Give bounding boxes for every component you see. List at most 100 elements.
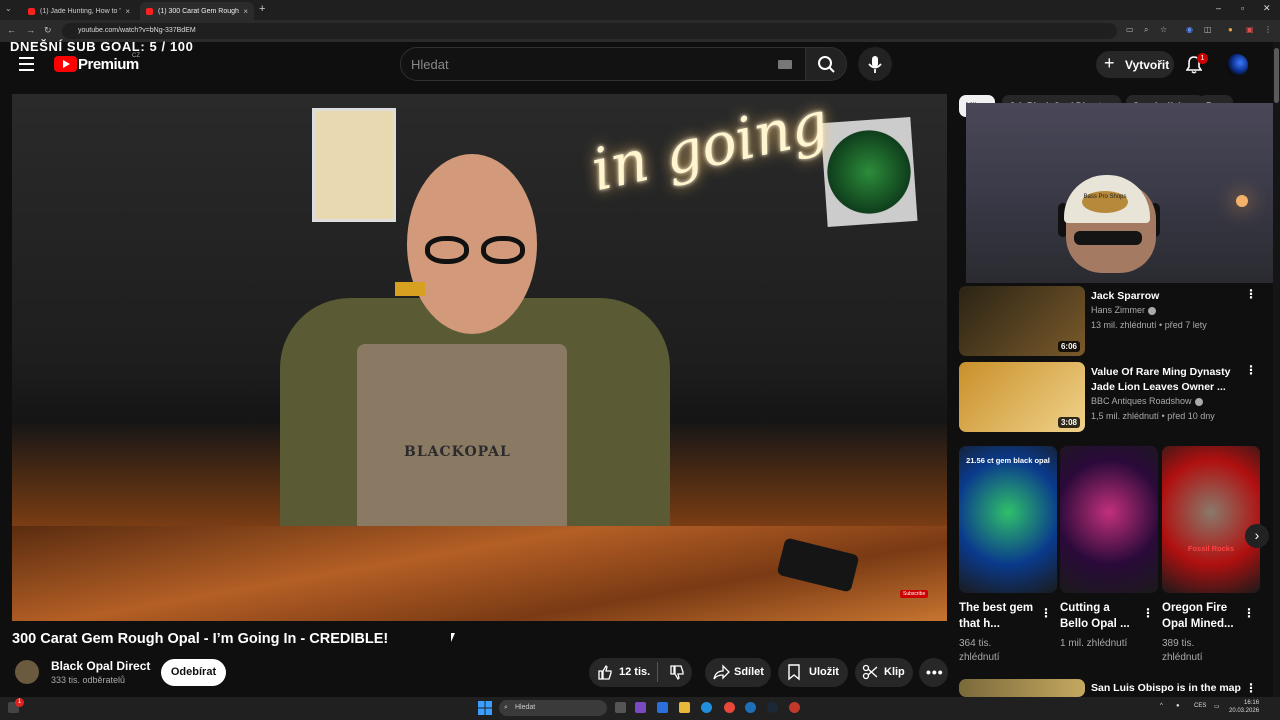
related-title[interactable]: San Luis Obispo is in the map	[1091, 681, 1251, 696]
related-channel[interactable]: BBC Antiques Roadshow	[1091, 396, 1203, 406]
related-title[interactable]: Jack Sparrow	[1091, 289, 1241, 304]
taskbar-search-input[interactable]: ⌕ Hledat	[499, 700, 607, 716]
chrome-icon[interactable]	[724, 702, 735, 713]
more-options-icon[interactable]: ⋮	[1245, 364, 1257, 376]
tray-app-icon[interactable]: ●	[1176, 703, 1180, 709]
browser-menu-icon[interactable]: ⋮	[1264, 25, 1272, 34]
short-views: 389 tis. zhlédnutí	[1162, 638, 1203, 663]
account-avatar[interactable]	[1226, 54, 1248, 76]
search-placeholder: Hledat	[411, 57, 449, 72]
streamer-webcam-overlay: Bass Pro Shops	[966, 103, 1280, 283]
file-explorer-icon[interactable]	[679, 702, 690, 713]
tab-search-icon[interactable]: ⌄	[5, 4, 12, 13]
shorts-next-chevron-icon[interactable]: ›	[1245, 524, 1269, 548]
like-dislike-group: 12 tis.	[589, 658, 692, 687]
voice-search-button[interactable]	[858, 47, 892, 81]
related-thumbnail[interactable]: 6:06	[959, 286, 1085, 356]
browser-tab-opal[interactable]: (1) 300 Carat Gem Rough Opal ×	[140, 2, 254, 20]
related-video-item[interactable]: San Luis Obispo is in the map ⋮	[959, 679, 1269, 697]
search-button[interactable]	[805, 47, 847, 81]
related-thumbnail[interactable]: 3:08	[959, 362, 1085, 432]
clip-button[interactable]: Klip	[855, 658, 913, 687]
page-scrollbar[interactable]	[1273, 42, 1280, 697]
url-field[interactable]: youtube.com/watch?v=bNg-337BdEM	[62, 23, 1117, 39]
scrollbar-thumb[interactable]	[1274, 48, 1279, 103]
back-icon[interactable]: ←	[7, 25, 16, 35]
like-count[interactable]: 12 tis.	[619, 666, 650, 678]
keyboard-icon[interactable]	[778, 60, 792, 69]
profile-icon[interactable]: ●	[1228, 25, 1233, 34]
background-lamp	[1236, 195, 1248, 207]
tray-chevron-icon[interactable]: ^	[1160, 703, 1163, 709]
new-tab-button[interactable]: +	[259, 3, 265, 15]
language-indicator[interactable]: CES	[1194, 703, 1206, 709]
minimize-icon[interactable]: –	[1216, 3, 1221, 13]
bookmark-star-icon[interactable]: ☆	[1160, 25, 1167, 34]
channel-name[interactable]: Black Opal Direct	[51, 659, 150, 673]
subscribe-button[interactable]: Odebírat	[161, 659, 226, 686]
like-thumb-icon[interactable]	[597, 664, 613, 680]
youtube-premium-wordmark[interactable]: Premium	[78, 56, 139, 73]
extension-icon[interactable]: ▣	[1246, 25, 1254, 34]
short-thumbnail[interactable]	[1060, 446, 1158, 593]
tab-title: (1) 300 Carat Gem Rough Opal	[158, 7, 239, 15]
short-overlay-text: Fossil Rocks	[1187, 544, 1235, 553]
short-title[interactable]: Oregon Fire Opal Mined...	[1162, 600, 1242, 632]
more-options-icon[interactable]: ⋮	[1243, 607, 1255, 619]
reload-icon[interactable]: ↻	[44, 25, 52, 36]
channel-avatar[interactable]	[15, 660, 39, 684]
related-meta: 1,5 mil. zhlédnutí • před 10 dny	[1091, 411, 1215, 421]
duration-badge: 6:06	[1057, 341, 1080, 352]
network-icon[interactable]: ▭	[1214, 703, 1220, 710]
browser-tab-jade[interactable]: (1) Jade Hunting, How to "Ident ×	[22, 2, 136, 20]
related-channel[interactable]: Hans Zimmer	[1091, 305, 1157, 315]
extensions-puzzle-icon[interactable]: ◫	[1204, 25, 1212, 34]
maximize-icon[interactable]: ▫	[1241, 3, 1244, 13]
search-input[interactable]: Hledat	[400, 47, 806, 81]
related-thumbnail[interactable]	[959, 679, 1085, 697]
more-options-icon[interactable]: ⋮	[1040, 607, 1052, 619]
dislike-thumb-icon[interactable]	[669, 665, 685, 681]
subscribe-watermark[interactable]: Subscribe	[900, 590, 929, 598]
close-tab-icon[interactable]: ×	[243, 7, 248, 16]
forward-icon[interactable]: →	[26, 25, 35, 35]
app-icon[interactable]	[635, 702, 646, 713]
channel-subscriber-count: 333 tis. odběratelů	[51, 675, 126, 685]
related-meta: 13 mil. zhlédnutí • před 7 lety	[1091, 320, 1207, 330]
more-options-icon[interactable]: ⋮	[1142, 607, 1154, 619]
close-window-icon[interactable]: ✕	[1263, 3, 1271, 14]
app-icon[interactable]	[789, 702, 800, 713]
app-icon[interactable]	[745, 702, 756, 713]
related-video-item[interactable]: 3:08 Value Of Rare Ming Dynasty Jade Lio…	[959, 362, 1269, 434]
short-title[interactable]: Cutting a Bello Opal ...	[1060, 600, 1140, 632]
zoom-icon[interactable]: ⌕	[1144, 25, 1148, 35]
task-view-icon[interactable]	[615, 702, 626, 713]
share-button[interactable]: Sdílet	[705, 658, 771, 687]
steam-icon[interactable]	[767, 702, 778, 713]
save-button[interactable]: Uložit	[778, 658, 848, 687]
short-thumbnail[interactable]: Fossil Rocks	[1162, 446, 1260, 593]
extension-icon[interactable]: ◉	[1186, 25, 1193, 34]
youtube-logo-icon[interactable]	[54, 56, 77, 72]
country-code: CZ	[132, 53, 140, 59]
windows-start-icon[interactable]	[478, 701, 492, 715]
short-thumbnail[interactable]: 21.56 ct gem black opal	[959, 446, 1057, 593]
more-options-icon[interactable]: ⋮	[1245, 288, 1257, 300]
search-icon	[818, 56, 835, 73]
notification-badge: 1	[1197, 53, 1208, 64]
more-actions-button[interactable]: •••	[919, 658, 948, 687]
more-options-icon[interactable]: ⋮	[1245, 682, 1257, 694]
hamburger-menu-icon[interactable]	[19, 57, 34, 71]
mouse-cursor	[451, 633, 455, 642]
create-button[interactable]: + Vytvořit	[1096, 51, 1174, 78]
edge-icon[interactable]	[701, 702, 712, 713]
close-tab-icon[interactable]: ×	[125, 7, 130, 16]
short-title[interactable]: The best gem that h...	[959, 600, 1039, 632]
system-clock[interactable]: 16:16 20.03.2026	[1229, 699, 1259, 715]
share-label: Sdílet	[734, 666, 764, 678]
cast-icon[interactable]: ▭	[1126, 25, 1134, 34]
app-icon[interactable]	[657, 702, 668, 713]
related-video-item[interactable]: 6:06 Jack Sparrow Hans Zimmer 13 mil. zh…	[959, 286, 1269, 358]
related-title[interactable]: Value Of Rare Ming Dynasty Jade Lion Lea…	[1091, 365, 1241, 395]
video-player[interactable]: in going BLACKOPAL Subscribe	[12, 94, 947, 621]
